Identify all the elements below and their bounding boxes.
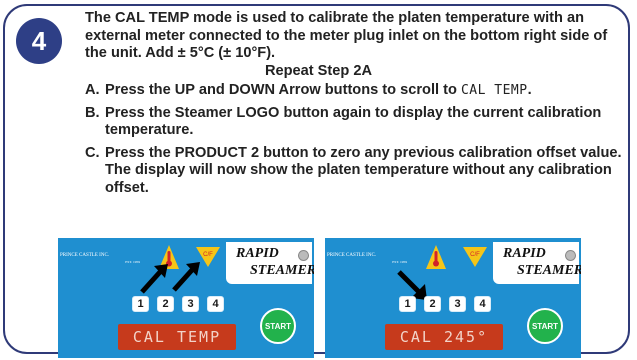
step-letter: B. [85,104,100,121]
logo-text-rapid: RAPID [236,246,279,261]
brand-logo: PRINCE CASTLE INC. EST. 1959 [60,253,140,267]
step-end: . [527,82,532,98]
control-panel-left: PRINCE CASTLE INC. EST. 1959 C/F RAPID S… [58,238,314,358]
product-2-button[interactable]: 2 [157,296,174,312]
brand-tagline: EST. 1959 [125,260,140,264]
step-number-badge: 4 [16,18,62,64]
step-text: Press the PRODUCT 2 button to zero any p… [105,144,622,196]
step-b: B. Press the Steamer LOGO button again t… [85,105,630,140]
step-a: A. Press the UP and DOWN Arrow buttons t… [85,82,630,100]
steamer-logo-button[interactable]: RAPID STEAMER [493,242,581,284]
logo-dot-icon [298,250,309,261]
intro-paragraph: The CAL TEMP mode is used to calibrate t… [85,10,608,61]
product-4-button[interactable]: 4 [474,296,491,312]
logo-text-steamer: STEAMER [250,263,314,278]
steps-list: A. Press the UP and DOWN Arrow buttons t… [85,82,630,202]
subheading: Repeat Step 2A [264,63,373,79]
product-3-button[interactable]: 3 [182,296,199,312]
led-display: CAL TEMP [118,324,236,350]
start-button[interactable]: START [260,308,296,344]
step-text: Press the UP and DOWN Arrow buttons to s… [105,82,457,98]
led-display: CAL 245° [385,324,503,350]
steamer-logo-button[interactable]: RAPID STEAMER [226,242,314,284]
cf-label: C/F [470,252,480,258]
brand-name: PRINCE CASTLE INC. [60,253,110,258]
brand-tagline: EST. 1959 [392,260,407,264]
step-letter: A. [85,82,100,98]
logo-dot-icon [565,250,576,261]
product-3-button[interactable]: 3 [449,296,466,312]
thermometer-icon[interactable] [425,244,447,270]
start-button[interactable]: START [527,308,563,344]
product-2-button[interactable]: 2 [424,296,441,312]
product-1-button[interactable]: 1 [399,296,416,312]
display-code: CAL TEMP [460,83,528,98]
step-text: Press the Steamer LOGO button again to d… [105,104,602,139]
brand-name: PRINCE CASTLE INC. [327,253,377,258]
logo-text-steamer: STEAMER [517,263,581,278]
logo-text-rapid: RAPID [503,246,546,261]
product-4-button[interactable]: 4 [207,296,224,312]
step-c: C. Press the PRODUCT 2 button to zero an… [85,145,630,198]
cf-toggle-icon[interactable]: C/F [462,246,488,268]
product-1-button[interactable]: 1 [132,296,149,312]
control-panel-right: PRINCE CASTLE INC. EST. 1959 C/F RAPID S… [325,238,581,358]
brand-logo: PRINCE CASTLE INC. EST. 1959 [327,253,407,267]
arrow-pointer-icon [172,262,200,292]
step-letter: C. [85,144,100,161]
